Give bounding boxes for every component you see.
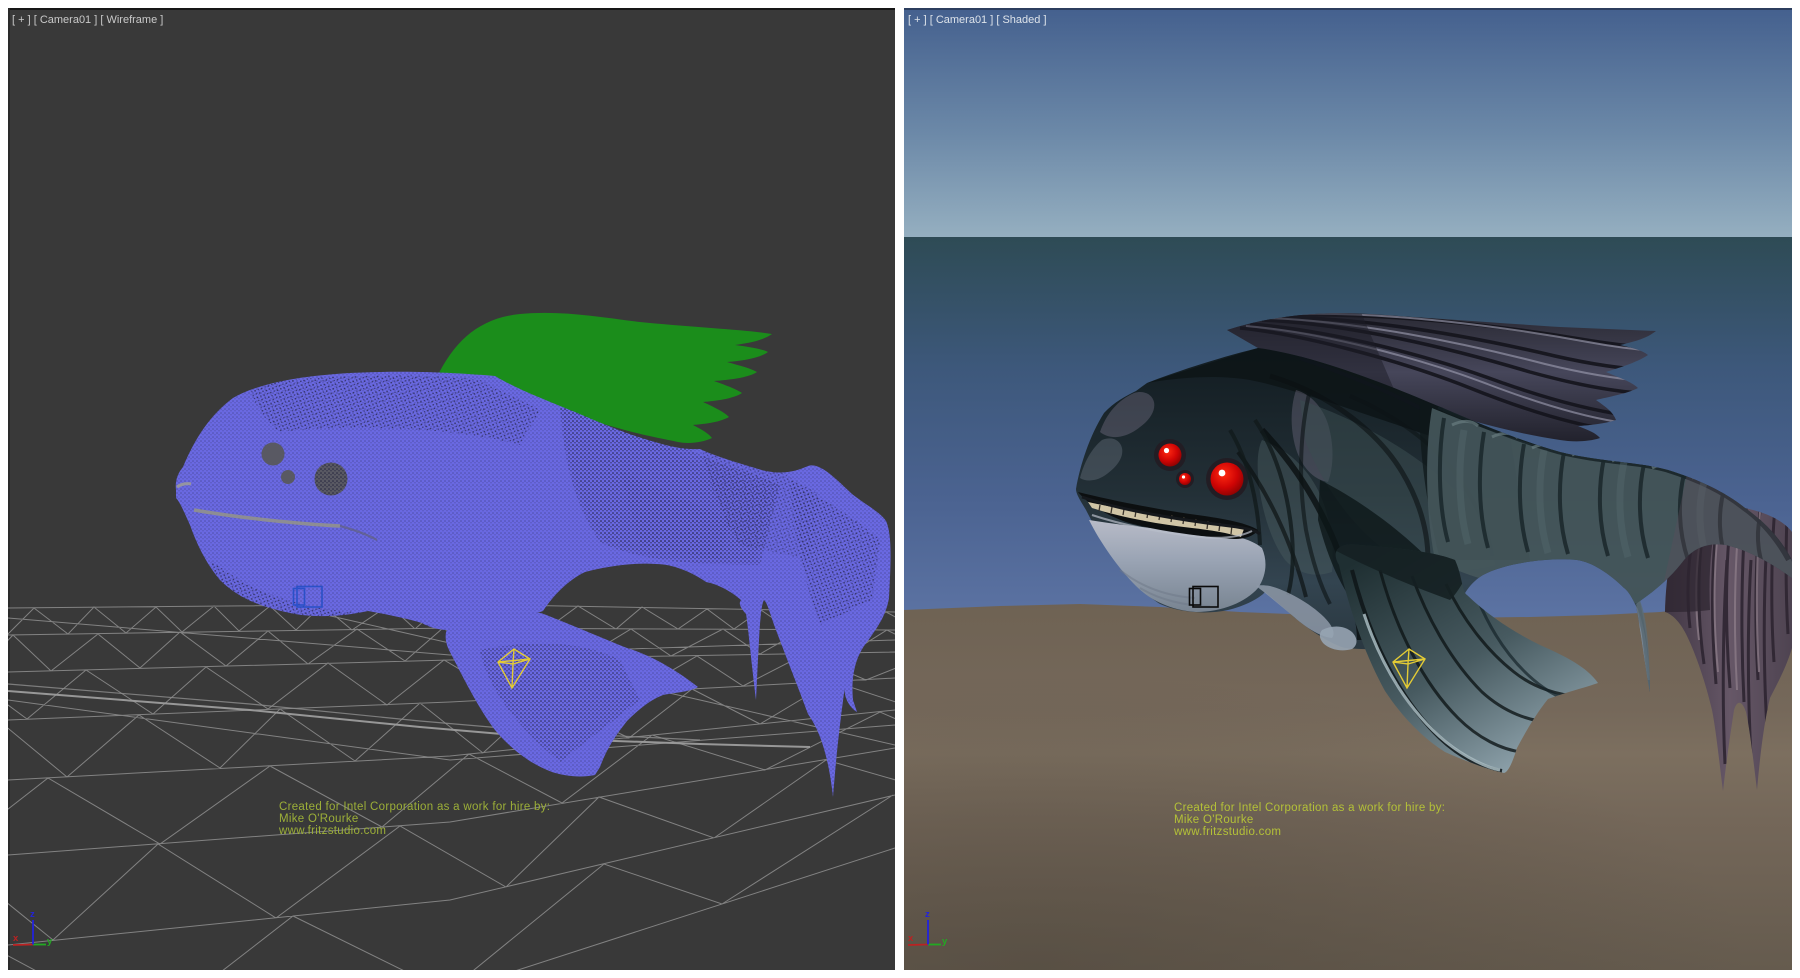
svg-text:Mike O'Rourke: Mike O'Rourke xyxy=(279,813,359,825)
svg-text:www.fritzstudio.com: www.fritzstudio.com xyxy=(1173,826,1281,838)
svg-text:[ + ] [ Camera01 ] [ Wireframe: [ + ] [ Camera01 ] [ Wireframe ] xyxy=(12,14,163,26)
svg-text:y: y xyxy=(942,936,948,947)
svg-text:x: x xyxy=(13,933,19,944)
svg-text:[ + ] [ Camera01 ] [ Shaded ]: [ + ] [ Camera01 ] [ Shaded ] xyxy=(908,14,1047,26)
svg-text:Created for Intel Corporation: Created for Intel Corporation as a work … xyxy=(1174,802,1445,814)
svg-text:z: z xyxy=(30,909,35,920)
svg-text:www.fritzstudio.com: www.fritzstudio.com xyxy=(278,825,386,837)
svg-text:y: y xyxy=(47,936,53,947)
svg-text:x: x xyxy=(908,933,914,944)
svg-text:Mike O'Rourke: Mike O'Rourke xyxy=(1174,814,1254,826)
svg-text:Created for Intel Corporation: Created for Intel Corporation as a work … xyxy=(279,801,550,813)
svg-text:z: z xyxy=(925,909,930,920)
